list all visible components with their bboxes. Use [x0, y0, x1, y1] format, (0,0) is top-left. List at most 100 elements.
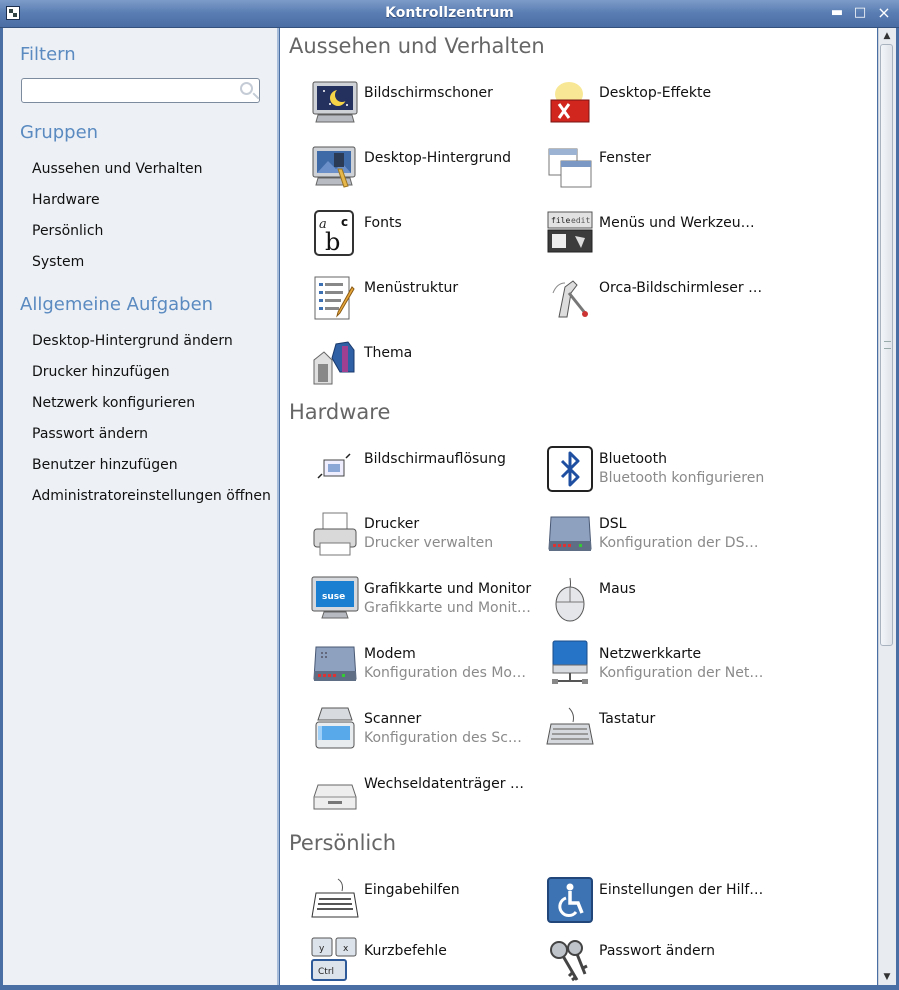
item-thema[interactable]: Thema: [310, 338, 540, 394]
item-description: Bluetooth konfigurieren: [599, 470, 765, 486]
scrollbar-grip: [884, 341, 891, 349]
removable-drive-icon: [310, 769, 360, 819]
svg-text:c: c: [341, 215, 348, 229]
screensaver-icon: [310, 78, 360, 128]
fonts-icon: a b c: [310, 208, 360, 256]
sidebar-group-aussehen[interactable]: Aussehen und Verhalten: [32, 161, 202, 177]
item-title: Netzwerkkarte: [599, 646, 702, 662]
task-open-admin-settings[interactable]: Administratoreinstellungen öffnen: [32, 488, 271, 504]
item-einstellungen-hilfstechnologien[interactable]: Einstellungen der Hilf…: [545, 875, 775, 931]
item-description: Konfiguration der DS…: [599, 535, 759, 551]
item-dsl[interactable]: DSL Konfiguration der DS…: [545, 509, 775, 565]
item-bildschirmschoner[interactable]: Bildschirmschoner: [310, 78, 540, 134]
sidebar: Filtern Gruppen Aussehen und Verhalten H…: [3, 28, 279, 985]
item-title: Desktop-Hintergrund: [364, 150, 511, 166]
item-eingabehilfen[interactable]: Eingabehilfen: [310, 875, 540, 931]
item-passwort-aendern[interactable]: Passwort ändern: [545, 936, 775, 985]
window-title: Kontrollzentrum: [385, 5, 514, 21]
task-add-printer[interactable]: Drucker hinzufügen: [32, 364, 170, 380]
item-title: DSL: [599, 516, 627, 532]
item-maus[interactable]: Maus: [545, 574, 775, 630]
item-bildschirmaufloesung[interactable]: Bildschirmauflösung: [310, 444, 540, 500]
item-description: Konfiguration des Sc…: [364, 730, 522, 746]
task-change-password[interactable]: Passwort ändern: [32, 426, 148, 442]
item-title: Orca-Bildschirmleser …: [599, 280, 763, 296]
item-scanner[interactable]: Scanner Konfiguration des Sc…: [310, 704, 540, 760]
desktop-effects-icon: [545, 78, 595, 128]
minimize-icon[interactable]: ▬: [829, 5, 845, 21]
svg-text:y: y: [319, 944, 325, 954]
filter-heading: Filtern: [20, 44, 76, 65]
item-bluetooth[interactable]: Bluetooth Bluetooth konfigurieren: [545, 444, 775, 500]
svg-text:b: b: [325, 228, 340, 256]
network-card-icon: [545, 639, 595, 689]
windows-icon: [545, 143, 595, 193]
item-title: Bildschirmauflösung: [364, 451, 506, 467]
mouse-icon: [545, 574, 595, 624]
vertical-scrollbar[interactable]: ▲ ▼: [878, 28, 896, 986]
item-title: Einstellungen der Hilf…: [599, 882, 764, 898]
item-title: Maus: [599, 581, 636, 597]
modem-icon: [310, 639, 360, 689]
item-title: Thema: [364, 345, 413, 361]
scanner-icon: [310, 704, 360, 754]
item-orca[interactable]: Orca-Bildschirmleser …: [545, 273, 775, 329]
item-description: Grafikkarte und Monit…: [364, 600, 531, 616]
maximize-icon[interactable]: □: [852, 5, 868, 21]
menus-toolbars-icon: file edit: [545, 208, 595, 258]
item-fonts[interactable]: a b c Fonts: [310, 208, 540, 264]
svg-text:x: x: [343, 944, 349, 954]
printer-icon: [310, 509, 360, 559]
monitor-icon: suse: [310, 574, 360, 624]
item-fenster[interactable]: Fenster: [545, 143, 775, 199]
item-title: Bluetooth: [599, 451, 667, 467]
item-drucker[interactable]: Drucker Drucker verwalten: [310, 509, 540, 565]
item-grafikkarte-monitor[interactable]: suse Grafikkarte und Monitor Grafikkarte…: [310, 574, 540, 630]
tasks-heading: Allgemeine Aufgaben: [20, 294, 214, 315]
task-configure-network[interactable]: Netzwerk konfigurieren: [32, 395, 195, 411]
task-add-user[interactable]: Benutzer hinzufügen: [32, 457, 178, 473]
item-netzwerkkarte[interactable]: Netzwerkkarte Konfiguration der Net…: [545, 639, 775, 695]
groups-heading: Gruppen: [20, 122, 99, 143]
sidebar-group-hardware[interactable]: Hardware: [32, 192, 100, 208]
svg-text:Ctrl: Ctrl: [318, 967, 334, 977]
item-desktop-hintergrund[interactable]: Desktop-Hintergrund: [310, 143, 540, 199]
scroll-down-icon[interactable]: ▼: [881, 971, 893, 983]
item-title: Menüs und Werkzeu…: [599, 215, 755, 231]
item-kurzbefehle[interactable]: y x Ctrl Kurzbefehle: [310, 936, 540, 985]
window-titlebar[interactable]: Kontrollzentrum ▬ □ ×: [0, 0, 899, 28]
window-bottom-border: [0, 985, 899, 990]
item-menuestruktur[interactable]: Menüstruktur: [310, 273, 540, 329]
item-title: Fenster: [599, 150, 651, 166]
search-box[interactable]: [21, 78, 260, 103]
item-desktop-effekte[interactable]: Desktop-Effekte: [545, 78, 775, 134]
item-title: Drucker: [364, 516, 420, 532]
item-wechseldatentraeger[interactable]: Wechseldatenträger …: [310, 769, 540, 825]
input-assistance-icon: [310, 875, 360, 925]
dsl-icon: [545, 509, 595, 559]
scroll-up-icon[interactable]: ▲: [881, 30, 893, 42]
sidebar-group-system[interactable]: System: [32, 254, 84, 270]
item-title: Eingabehilfen: [364, 882, 460, 898]
scrollbar-thumb[interactable]: [880, 44, 893, 646]
sidebar-group-persoenlich[interactable]: Persönlich: [32, 223, 103, 239]
item-title: Scanner: [364, 711, 422, 727]
item-description: Drucker verwalten: [364, 535, 494, 551]
item-tastatur[interactable]: Tastatur: [545, 704, 775, 760]
item-title: Kurzbefehle: [364, 943, 447, 959]
main-content: Aussehen und Verhalten Bildschirmschoner…: [280, 28, 877, 985]
item-description: Konfiguration der Net…: [599, 665, 764, 681]
item-modem[interactable]: Modem Konfiguration des Mo…: [310, 639, 540, 695]
orca-screen-reader-icon: [545, 273, 595, 323]
keyboard-icon: [545, 704, 595, 754]
item-title: Desktop-Effekte: [599, 85, 712, 101]
item-title: Passwort ändern: [599, 943, 716, 959]
item-title: Bildschirmschoner: [364, 85, 493, 101]
close-icon[interactable]: ×: [876, 5, 892, 21]
search-input[interactable]: [26, 80, 230, 103]
svg-text:edit: edit: [571, 216, 590, 225]
item-title: Modem: [364, 646, 416, 662]
task-change-background[interactable]: Desktop-Hintergrund ändern: [32, 333, 233, 349]
item-menues-werkzeuge[interactable]: file edit Menüs und Werkzeu…: [545, 208, 775, 264]
menu-structure-icon: [310, 273, 360, 323]
